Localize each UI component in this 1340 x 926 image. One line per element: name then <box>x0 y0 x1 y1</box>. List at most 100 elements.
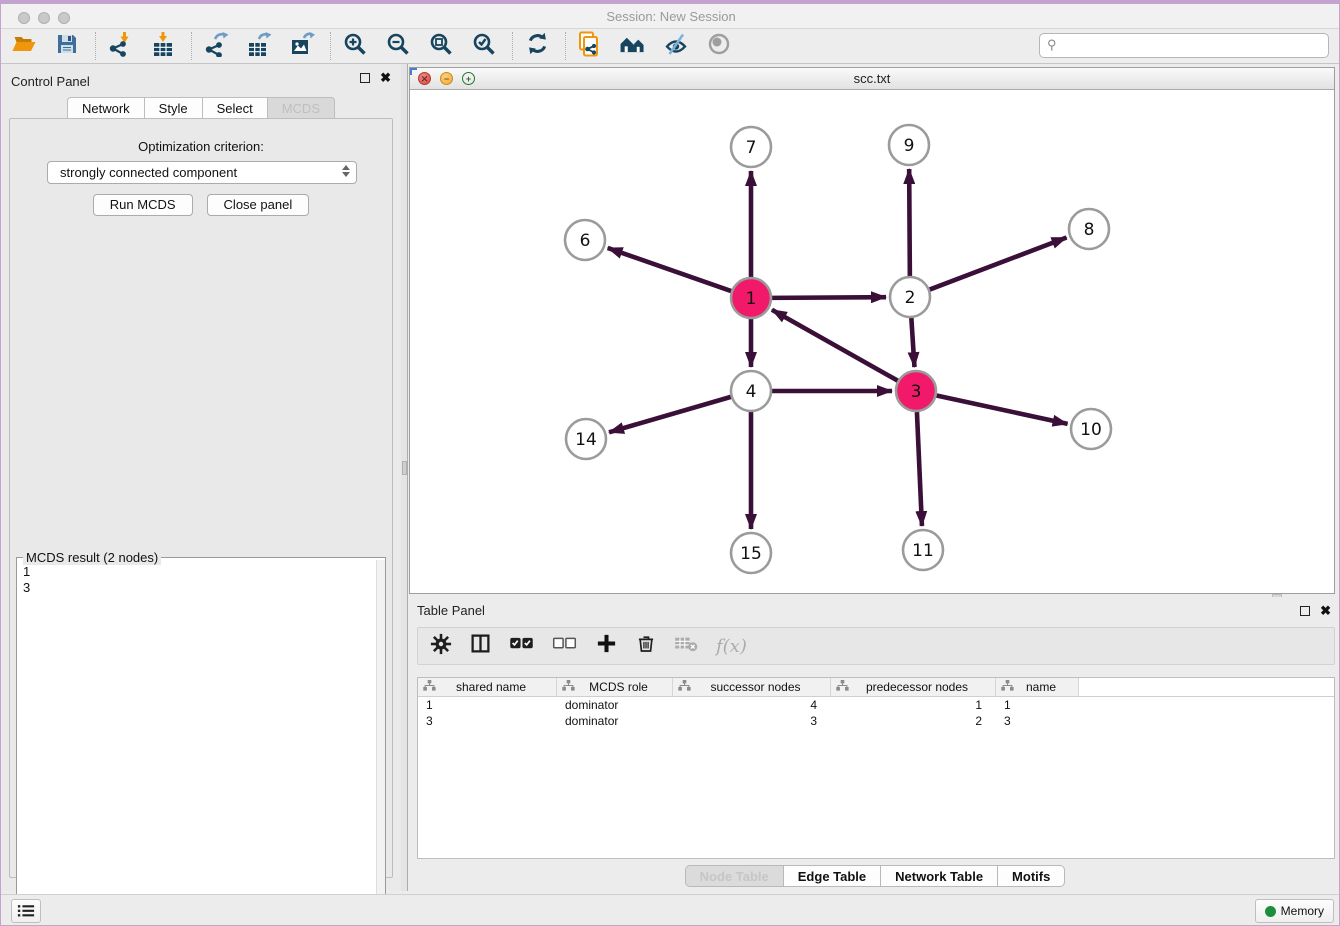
tab-node-table[interactable]: Node Table <box>685 865 783 887</box>
import-table-button[interactable] <box>148 31 178 61</box>
task-history-button[interactable] <box>11 899 41 923</box>
zoom-out-button[interactable] <box>383 31 413 61</box>
create-new-column-button[interactable] <box>595 633 618 659</box>
node-9[interactable]: 9 <box>889 125 929 165</box>
table-settings-button[interactable] <box>430 633 452 659</box>
zoom-fit-icon <box>428 31 454 62</box>
network-canvas[interactable]: 7 9 6 8 1 2 4 3 14 10 15 11 <box>410 90 1334 593</box>
column-header-shared-name[interactable]: shared name <box>418 678 557 696</box>
cell-successor-nodes[interactable]: 4 <box>673 697 831 713</box>
save-session-button[interactable] <box>52 31 82 61</box>
network-graph[interactable]: 7 9 6 8 1 2 4 3 14 10 15 11 <box>410 90 1334 593</box>
export-network-button[interactable] <box>201 31 231 61</box>
tab-mcds[interactable]: MCDS <box>267 97 335 119</box>
column-header-successor-nodes[interactable]: successor nodes <box>673 678 831 696</box>
tab-edge-table[interactable]: Edge Table <box>783 865 880 887</box>
node-15[interactable]: 15 <box>731 533 771 573</box>
tab-select[interactable]: Select <box>202 97 267 119</box>
network-window-titlebar[interactable]: ✕ − + scc.txt <box>410 68 1334 90</box>
float-panel-icon[interactable] <box>360 73 370 83</box>
show-graphics-details-button[interactable] <box>661 31 691 61</box>
tab-style[interactable]: Style <box>144 97 202 119</box>
node-label: 14 <box>575 430 597 450</box>
node-10[interactable]: 10 <box>1071 409 1111 449</box>
cell-shared-name[interactable]: 3 <box>418 713 557 729</box>
table-row[interactable]: 1dominator411 <box>418 697 1334 713</box>
column-header-predecessor-nodes[interactable]: predecessor nodes <box>831 678 996 696</box>
mcds-result-text[interactable]: 13 <box>17 560 376 926</box>
open-session-button[interactable] <box>9 31 39 61</box>
delete-columns-button[interactable] <box>636 633 656 659</box>
cell-predecessor-nodes[interactable]: 2 <box>831 713 996 729</box>
first-neighbors-button[interactable] <box>618 31 648 61</box>
import-network-button[interactable] <box>105 31 135 61</box>
cell-predecessor-nodes[interactable]: 1 <box>831 697 996 713</box>
mcds-panel: Optimization criterion: strongly connect… <box>9 118 393 878</box>
node-4[interactable]: 4 <box>731 371 771 411</box>
edge-2-8[interactable] <box>930 238 1067 290</box>
search-input[interactable] <box>1039 33 1329 58</box>
vertical-splitter-handle[interactable] <box>402 461 407 475</box>
memory-button[interactable]: Memory <box>1255 899 1334 923</box>
clone-network-icon <box>577 31 603 62</box>
hide-graphics-details-button[interactable] <box>704 31 734 61</box>
refresh-view-button[interactable] <box>522 31 552 61</box>
column-header-MCDS-role[interactable]: MCDS role <box>557 678 673 696</box>
toolbar-separator <box>512 32 513 60</box>
zoom-selected-button[interactable] <box>469 31 499 61</box>
tab-network[interactable]: Network <box>67 97 144 119</box>
window-titlebar: Session: New Session <box>1 1 1340 29</box>
close-panel-icon[interactable]: ✖ <box>380 73 391 83</box>
cell-successor-nodes[interactable]: 3 <box>673 713 831 729</box>
node-label: 8 <box>1084 220 1095 240</box>
node-6[interactable]: 6 <box>565 220 605 260</box>
run-mcds-button[interactable]: Run MCDS <box>93 194 193 216</box>
node-label: 7 <box>746 138 757 158</box>
edge-1-2[interactable] <box>772 297 886 298</box>
node-1[interactable]: 1 <box>731 278 771 318</box>
deselect-all-columns-button[interactable] <box>552 633 577 659</box>
refresh-view-icon <box>525 31 550 61</box>
cell-shared-name[interactable]: 1 <box>418 697 557 713</box>
float-table-panel-icon[interactable] <box>1300 606 1310 616</box>
select-all-columns-button[interactable] <box>509 633 534 659</box>
clone-network-button[interactable] <box>575 31 605 61</box>
node-8[interactable]: 8 <box>1069 209 1109 249</box>
node-11[interactable]: 11 <box>903 530 943 570</box>
node-7[interactable]: 7 <box>731 127 771 167</box>
network-view-title: scc.txt <box>410 71 1334 86</box>
hide-graphics-details-icon <box>706 31 732 62</box>
node-2[interactable]: 2 <box>890 277 930 317</box>
criterion-dropdown[interactable]: strongly connected component <box>47 161 357 184</box>
attribute-tree-icon <box>678 680 691 694</box>
vertical-splitter[interactable] <box>401 64 408 891</box>
cell-name[interactable]: 3 <box>996 713 1079 729</box>
node-14[interactable]: 14 <box>566 419 606 459</box>
column-header-name[interactable]: name <box>996 678 1079 696</box>
tab-motifs[interactable]: Motifs <box>997 865 1065 887</box>
edge-3-1[interactable] <box>772 310 898 381</box>
edge-2-3[interactable] <box>911 318 914 367</box>
export-image-button[interactable] <box>287 31 317 61</box>
cell-MCDS-role[interactable]: dominator <box>557 697 673 713</box>
edge-1-6[interactable] <box>608 248 732 291</box>
edge-2-9[interactable] <box>909 169 910 276</box>
split-panels-button[interactable] <box>470 633 491 659</box>
edge-3-10[interactable] <box>937 395 1068 423</box>
result-scrollbar[interactable] <box>376 560 385 926</box>
table-row[interactable]: 3dominator323 <box>418 713 1334 729</box>
node-3[interactable]: 3 <box>896 371 936 411</box>
export-table-button[interactable] <box>244 31 274 61</box>
close-table-panel-icon[interactable]: ✖ <box>1320 606 1331 616</box>
zoom-fit-button[interactable] <box>426 31 456 61</box>
result-line: 3 <box>23 580 370 596</box>
attribute-tree-icon <box>836 680 849 694</box>
toolbar-separator <box>95 32 96 60</box>
zoom-in-button[interactable] <box>340 31 370 61</box>
edge-3-11[interactable] <box>917 412 922 526</box>
tab-network-table[interactable]: Network Table <box>880 865 997 887</box>
edge-4-14[interactable] <box>609 397 731 432</box>
cell-MCDS-role[interactable]: dominator <box>557 713 673 729</box>
close-panel-button[interactable]: Close panel <box>207 194 310 216</box>
cell-name[interactable]: 1 <box>996 697 1079 713</box>
